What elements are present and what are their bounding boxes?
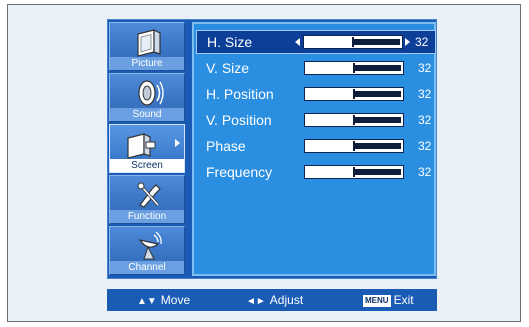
function-icon (137, 182, 161, 208)
setting-value: 32 (418, 87, 432, 101)
category-function[interactable]: Function (109, 175, 185, 224)
slider-marker (353, 141, 355, 151)
menu-key-badge: MENU (363, 295, 391, 307)
category-label: Screen (110, 159, 184, 172)
slider-fill (354, 117, 401, 123)
slider-marker (353, 63, 355, 73)
picture-icon (137, 29, 161, 57)
slider-fill (354, 169, 401, 175)
category-label: Function (110, 210, 184, 223)
setting-value: 32 (418, 139, 432, 153)
help-move-label: Move (160, 293, 191, 307)
setting-phase[interactable]: Phase 32 (198, 135, 434, 157)
h-size-slider[interactable] (303, 35, 403, 49)
help-move: ▲▼ Move (137, 293, 190, 309)
help-bar: ▲▼ Move ◄► Adjust MENU Exit (107, 289, 437, 311)
setting-frequency[interactable]: Frequency 32 (198, 161, 434, 183)
setting-value: 32 (418, 165, 432, 179)
setting-v-position[interactable]: V. Position 32 (198, 109, 434, 131)
category-sound[interactable]: Sound (109, 73, 185, 122)
category-screen[interactable]: Screen (109, 124, 185, 173)
left-right-arrow-icon: ◄► (246, 296, 266, 307)
v-size-slider[interactable] (304, 61, 404, 75)
setting-label: Frequency (206, 164, 273, 180)
slider-fill (354, 65, 401, 71)
slider-marker (353, 167, 355, 177)
v-position-slider[interactable] (304, 113, 404, 127)
help-exit-label: Exit (393, 293, 414, 307)
setting-value: 32 (418, 61, 432, 75)
setting-label: V. Size (206, 60, 250, 76)
h-position-slider[interactable] (304, 87, 404, 101)
setting-value: 32 (415, 35, 429, 49)
slider-marker (352, 37, 354, 47)
category-label: Channel (110, 261, 184, 274)
sound-icon (138, 80, 164, 106)
help-adjust-label: Adjust (269, 293, 304, 307)
setting-value: 32 (418, 113, 432, 127)
increase-arrow-icon[interactable] (405, 38, 410, 46)
setting-v-size[interactable]: V. Size 32 (198, 57, 434, 79)
category-channel[interactable]: Channel (109, 226, 185, 275)
category-menu: Picture Sound Screen Function Channel (109, 22, 185, 276)
slider-fill (354, 143, 401, 149)
category-picture[interactable]: Picture (109, 22, 185, 71)
slider-fill (354, 91, 401, 97)
channel-icon (138, 231, 162, 260)
setting-h-position[interactable]: H. Position 32 (198, 83, 434, 105)
frequency-slider[interactable] (304, 165, 404, 179)
category-label: Sound (110, 108, 184, 121)
slider-marker (353, 115, 355, 125)
setting-h-size[interactable]: H. Size 32 (196, 30, 436, 54)
setting-label: H. Size (207, 34, 253, 50)
submenu-arrow-icon (175, 139, 180, 147)
setting-label: Phase (206, 138, 246, 154)
slider-fill (353, 39, 400, 45)
help-adjust: ◄► Adjust (246, 293, 303, 309)
setting-label: V. Position (206, 112, 272, 128)
help-exit: MENU Exit (363, 293, 414, 307)
up-down-arrow-icon: ▲▼ (137, 296, 157, 307)
category-label: Picture (110, 57, 184, 70)
setting-label: H. Position (206, 86, 274, 102)
phase-slider[interactable] (304, 139, 404, 153)
decrease-arrow-icon[interactable] (295, 38, 300, 46)
screen-settings-panel: H. Size 32 V. Size 32 H. Position 32 V. … (192, 22, 436, 276)
slider-marker (353, 89, 355, 99)
screen-icon (127, 133, 156, 159)
